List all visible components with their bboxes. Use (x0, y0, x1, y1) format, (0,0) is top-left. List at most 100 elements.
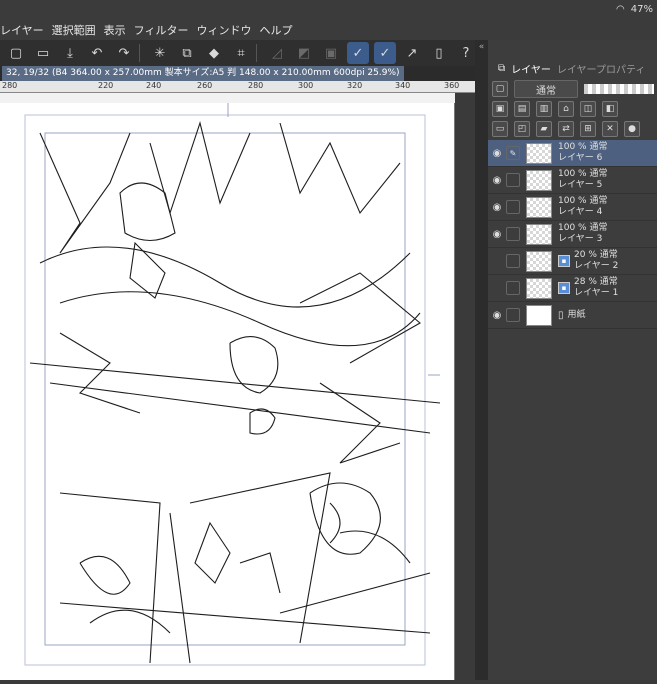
combine-icon[interactable]: ⊞ (580, 121, 596, 137)
lock-toggle[interactable] (506, 200, 520, 214)
opacity-slider[interactable] (584, 84, 654, 94)
clear-icon[interactable]: ▣ (320, 42, 342, 64)
lock-toggle[interactable] (506, 254, 520, 268)
blend-mode-select[interactable]: 通常 (514, 80, 578, 98)
menu-filter[interactable]: フィルター (134, 22, 197, 38)
layer-options-row: ▣ ▤ ▥ ⌂ ◫ ◧ (488, 98, 657, 120)
sketch-drawing (24, 103, 441, 666)
layer-mode: 通常 (599, 277, 618, 287)
palette-color-icon[interactable]: ▤ (514, 101, 530, 117)
undo-icon[interactable]: ↶ (86, 42, 108, 64)
layer-thumbnail (526, 250, 552, 272)
layer-thumbnail (526, 304, 552, 326)
layer-row-4[interactable]: ◉ 100 % 通常 レイヤー 4 (488, 194, 657, 221)
menu-selection[interactable]: 選択範囲 (52, 22, 104, 38)
menu-window[interactable]: ウィンドウ (196, 22, 259, 38)
transform-icon[interactable]: ⌗ (230, 42, 252, 64)
document-info[interactable]: 32, 19/32 (B4 364.00 x 257.00mm 製本サイズ:A5… (2, 66, 404, 81)
delete-layer-icon[interactable]: ✕ (602, 121, 618, 137)
ruler-tick: 240 (146, 81, 162, 90)
layer-opacity: 100 % (558, 223, 587, 233)
layer-name: レイヤー 5 (558, 180, 603, 190)
lock-toggle[interactable] (506, 173, 520, 187)
tab-layer-property[interactable]: レイヤープロパティ (557, 61, 646, 76)
layer-actions-row: ▭ ◰ ▰ ⇄ ⊞ ✕ ● (488, 118, 657, 140)
eye-icon[interactable]: ◉ (488, 175, 506, 186)
layer-row-2[interactable]: ▪ 20 % 通常 レイヤー 2 (488, 248, 657, 275)
new-vector-layer-icon[interactable]: ◰ (514, 121, 530, 137)
clip-icon[interactable]: ◫ (580, 101, 596, 117)
layer-row-3[interactable]: ◉ 100 % 通常 レイヤー 3 (488, 221, 657, 248)
manga-page[interactable] (0, 103, 455, 680)
panel-tabs: ⧉ レイヤー レイヤープロパティ (488, 60, 657, 76)
menu-bar: レイヤー 選択範囲 表示 フィルター ウィンドウ ヘルプ ◠ 47% (0, 0, 657, 40)
battery-text: 47% (630, 4, 653, 15)
lock-alpha-icon[interactable]: ▥ (536, 101, 552, 117)
loading-icon[interactable]: ✳ (149, 42, 171, 64)
tab-layer[interactable]: レイヤー (511, 61, 551, 76)
layer-name: 用紙 (567, 309, 586, 320)
layer-opacity: 100 % (558, 196, 587, 206)
menu-view[interactable]: 表示 (104, 22, 134, 38)
reference-icon[interactable]: ◧ (602, 101, 618, 117)
brush-tool-icon[interactable]: ✓ (374, 42, 396, 64)
layer-panel: ⧉ レイヤー レイヤープロパティ ▢ 通常 ▣ ▤ ▥ ⌂ ◫ ◧ ▭ ◰ ▰ … (488, 40, 657, 680)
toolbar-divider (139, 44, 140, 62)
layer-copy-icon[interactable]: ⧉ (176, 42, 198, 64)
new-file-icon[interactable]: ▢ (5, 42, 27, 64)
layer-name: レイヤー 1 (574, 288, 619, 298)
gradient-icon[interactable]: ◩ (293, 42, 315, 64)
eye-icon[interactable]: ◉ (488, 202, 506, 213)
layer-type-icon[interactable]: ▢ (492, 81, 508, 97)
open-file-icon[interactable]: ▭ (32, 42, 54, 64)
crop-icon[interactable]: ◿ (266, 42, 288, 64)
ruler-tick: 280 (248, 81, 264, 90)
layer-opacity: 100 % (558, 142, 587, 152)
pen-icon[interactable]: ✎ (506, 146, 520, 160)
layer-name: レイヤー 3 (558, 234, 603, 244)
fill-icon[interactable]: ◆ (203, 42, 225, 64)
eye-icon[interactable]: ◉ (488, 148, 506, 159)
ruler-tick: 360 (444, 81, 460, 90)
ruler-tick: 260 (197, 81, 213, 90)
new-folder-icon[interactable]: ▰ (536, 121, 552, 137)
collapse-icon[interactable]: « (475, 42, 488, 52)
new-raster-layer-icon[interactable]: ▭ (492, 121, 508, 137)
mask-icon[interactable]: ● (624, 121, 640, 137)
save-icon[interactable]: ⤓ (59, 42, 81, 64)
vertical-scrollbar[interactable] (455, 93, 475, 680)
layer-row-5[interactable]: ◉ 100 % 通常 レイヤー 5 (488, 167, 657, 194)
eye-icon[interactable]: ◉ (488, 310, 506, 321)
document-bar: 32, 19/32 (B4 364.00 x 257.00mm 製本サイズ:A5… (0, 66, 475, 81)
layer-opacity: 100 % (558, 169, 587, 179)
canvas-area[interactable] (0, 93, 475, 680)
transfer-icon[interactable]: ⇄ (558, 121, 574, 137)
pen-tool-icon[interactable]: ✓ (347, 42, 369, 64)
layer-list: ◉ ✎ 100 % 通常 レイヤー 6 ◉ 100 % 通常 レイヤー 5 ◉ … (488, 140, 657, 329)
layer-mode: 通常 (589, 223, 608, 233)
lock-toggle[interactable] (506, 308, 520, 322)
wifi-icon: ◠ (616, 4, 625, 15)
layer-row-1[interactable]: ▪ 28 % 通常 レイヤー 1 (488, 275, 657, 302)
eraser-tool-icon[interactable]: ↗ (401, 42, 423, 64)
redo-icon[interactable]: ↷ (113, 42, 135, 64)
layer-mode: 通常 (589, 169, 608, 179)
panel-collapse-bar[interactable]: « (475, 40, 488, 680)
layer-opacity: 20 % (574, 250, 597, 260)
lock-toggle[interactable] (506, 227, 520, 241)
layer-row-6[interactable]: ◉ ✎ 100 % 通常 レイヤー 6 (488, 140, 657, 167)
smartphone-icon[interactable]: ▯ (428, 42, 450, 64)
eye-icon[interactable]: ◉ (488, 229, 506, 240)
lock-toggle[interactable] (506, 281, 520, 295)
menu-help[interactable]: ヘルプ (259, 22, 300, 38)
layer-row-paper[interactable]: ◉ ▯ 用紙 (488, 302, 657, 329)
paper-layer-icon: ▯ (558, 309, 564, 321)
layer-mode: 通常 (589, 142, 608, 152)
expression-color-icon[interactable]: ▣ (492, 101, 508, 117)
horizontal-ruler: 280 220 240 260 280 300 320 340 360 (0, 81, 475, 93)
menu-layer[interactable]: レイヤー (0, 22, 52, 38)
layer-name: レイヤー 4 (558, 207, 603, 217)
lock-icon[interactable]: ⌂ (558, 101, 574, 117)
layer-mode: 通常 (599, 250, 618, 260)
help-icon[interactable]: ? (455, 42, 477, 64)
